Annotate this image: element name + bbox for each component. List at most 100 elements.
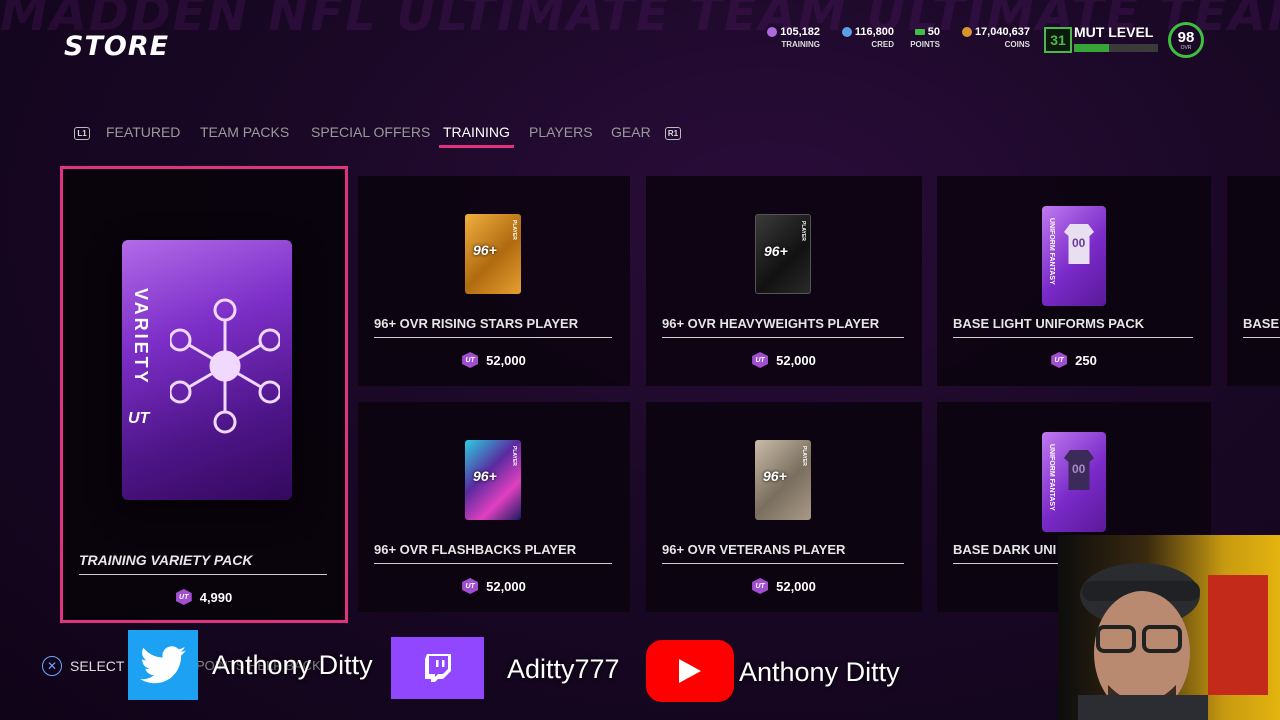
level-progress-fill xyxy=(1074,44,1110,52)
select-label: SELECT xyxy=(70,658,125,674)
pack-side-label: PLAYER xyxy=(801,446,807,466)
network-icon xyxy=(170,298,280,434)
dark-uniform-pack-image: 00 UNIFORM FANTASY xyxy=(1042,432,1106,532)
coins-value: 17,040,637 xyxy=(974,26,1030,38)
pack-ovr: 96+ xyxy=(473,242,497,258)
training-currency-icon: UT xyxy=(462,578,479,594)
price-value: 52,000 xyxy=(486,352,526,368)
pack-side-label: UNIFORM FANTASY xyxy=(1048,444,1055,511)
level-progress-bar xyxy=(1074,44,1158,52)
twitter-logo xyxy=(128,630,198,700)
pack-side-label: PLAYER xyxy=(511,446,517,466)
pack-name: 96+ OVR HEAVYWEIGHTS PLAYER xyxy=(662,316,904,338)
pack-card-rising-stars[interactable]: 96+ PLAYER 96+ OVR RISING STARS PLAYER U… xyxy=(358,176,630,386)
pack-name: 96+ OVR VETERANS PLAYER xyxy=(662,542,904,564)
pack-price: UT 52,000 xyxy=(646,352,922,368)
twitter-bird-icon xyxy=(140,646,186,684)
training-currency-icon: UT xyxy=(175,589,192,605)
ovr-value: 98 xyxy=(1177,28,1195,46)
heavyweights-pack-image: 96+ PLAYER xyxy=(755,214,811,294)
training-currency-icon: UT xyxy=(752,352,769,368)
coins-label: COINS xyxy=(1004,40,1030,49)
pack-name: BASE LIGHT UNIFORMS PACK xyxy=(953,316,1193,338)
featured-pack-name: TRAINING VARIETY PACK xyxy=(79,552,327,575)
flashbacks-pack-image: 96+ PLAYER xyxy=(465,440,521,520)
training-icon xyxy=(767,27,778,37)
pack-name: 96+ OVR FLASHBACKS PLAYER xyxy=(374,542,612,564)
tab-players[interactable]: PLAYERS xyxy=(529,124,593,140)
tab-featured[interactable]: FEATURED xyxy=(106,124,180,140)
cred-label: CRED xyxy=(871,40,894,49)
training-value: 105,182 xyxy=(780,26,820,38)
pack-name: BASE xyxy=(1243,316,1280,338)
mut-level: 31 MUT LEVEL xyxy=(1044,24,1164,54)
pack-ovr: 96+ xyxy=(763,468,787,484)
featured-pack-card[interactable]: VARIETY UT TRAINING VARIETY PACK UT 4,99… xyxy=(60,166,348,623)
select-hint[interactable]: ✕ SELECT xyxy=(42,656,124,676)
pack-card-partial[interactable]: BASE xyxy=(1227,176,1280,386)
pack-price: UT 250 xyxy=(937,352,1211,368)
price-value: 4,990 xyxy=(199,589,233,605)
training-currency: 105,182 TRAINING xyxy=(760,26,820,49)
pack-ovr: 96+ xyxy=(473,468,497,484)
jersey-number: 00 xyxy=(1072,236,1086,250)
level-number: 31 xyxy=(1044,27,1072,53)
level-label: MUT LEVEL xyxy=(1074,24,1154,40)
pack-card-base-light-uniforms[interactable]: 00 UNIFORM FANTASY BASE LIGHT UNIFORMS P… xyxy=(937,176,1211,386)
points-currency: 50 POINTS xyxy=(900,26,940,49)
pack-name: 96+ OVR RISING STARS PLAYER xyxy=(374,316,612,338)
pack-side-label: UNIFORM FANTASY xyxy=(1048,218,1055,285)
ovr-label: OVR xyxy=(1180,44,1192,51)
rising-stars-pack-image: 96+ PLAYER xyxy=(465,214,521,294)
cred-icon xyxy=(841,27,852,37)
pack-ovr: 96+ xyxy=(764,243,788,259)
twitter-name: Anthony Ditty xyxy=(212,650,373,680)
training-currency-icon: UT xyxy=(752,578,769,594)
cred-value: 116,800 xyxy=(854,26,894,38)
price-value: 250 xyxy=(1075,352,1097,368)
webcam-overlay xyxy=(1058,535,1280,720)
cross-button-icon: ✕ xyxy=(42,656,62,676)
tab-team-packs[interactable]: TEAM PACKS xyxy=(200,124,289,140)
jersey-number: 00 xyxy=(1072,462,1086,476)
twitch-logo xyxy=(391,637,484,699)
r1-bumper-icon[interactable]: R1 xyxy=(665,127,681,140)
pack-price: UT 52,000 xyxy=(646,578,922,594)
coins-icon xyxy=(961,27,972,37)
featured-pack-price: UT 4,990 xyxy=(63,589,345,605)
price-value: 52,000 xyxy=(776,352,816,368)
streamer-silhouette xyxy=(1078,563,1268,720)
play-icon xyxy=(679,659,701,683)
veterans-pack-image: 96+ PLAYER xyxy=(755,440,811,520)
tab-special-offers[interactable]: SPECIAL OFFERS xyxy=(311,124,430,140)
points-icon xyxy=(914,29,925,35)
ut-logo: UT xyxy=(128,410,150,427)
coins-currency: 17,040,637 COINS xyxy=(948,26,1030,49)
tab-training[interactable]: TRAINING xyxy=(439,124,514,148)
pack-side-label: PLAYER xyxy=(511,220,517,240)
points-value: 50 xyxy=(927,26,940,38)
youtube-name: Anthony Ditty xyxy=(739,657,900,687)
training-currency-icon: UT xyxy=(462,352,479,368)
pack-price: UT 52,000 xyxy=(358,352,630,368)
pack-card-flashbacks[interactable]: 96+ PLAYER 96+ OVR FLASHBACKS PLAYER UT 5… xyxy=(358,402,630,612)
page-title: STORE xyxy=(64,31,170,62)
points-label: POINTS xyxy=(910,40,940,49)
team-ovr-badge: 98 OVR xyxy=(1168,22,1204,58)
variety-pack-text: VARIETY xyxy=(131,288,151,386)
price-value: 52,000 xyxy=(486,578,526,594)
pack-card-heavyweights[interactable]: 96+ PLAYER 96+ OVR HEAVYWEIGHTS PLAYER U… xyxy=(646,176,922,386)
training-currency-icon: UT xyxy=(1051,352,1068,368)
pack-side-label: PLAYER xyxy=(800,221,806,241)
l1-bumper-icon[interactable]: L1 xyxy=(74,127,90,140)
pack-card-veterans[interactable]: 96+ PLAYER 96+ OVR VETERANS PLAYER UT 52,… xyxy=(646,402,922,612)
tab-gear[interactable]: GEAR xyxy=(611,124,651,140)
pack-price: UT 52,000 xyxy=(358,578,630,594)
twitch-icon xyxy=(424,654,451,682)
training-label: TRAINING xyxy=(781,40,820,49)
youtube-logo xyxy=(646,640,734,702)
twitch-name: Aditty777 xyxy=(507,654,620,684)
cred-currency: 116,800 CRED xyxy=(832,26,894,49)
price-value: 52,000 xyxy=(776,578,816,594)
light-uniform-pack-image: 00 UNIFORM FANTASY xyxy=(1042,206,1106,306)
